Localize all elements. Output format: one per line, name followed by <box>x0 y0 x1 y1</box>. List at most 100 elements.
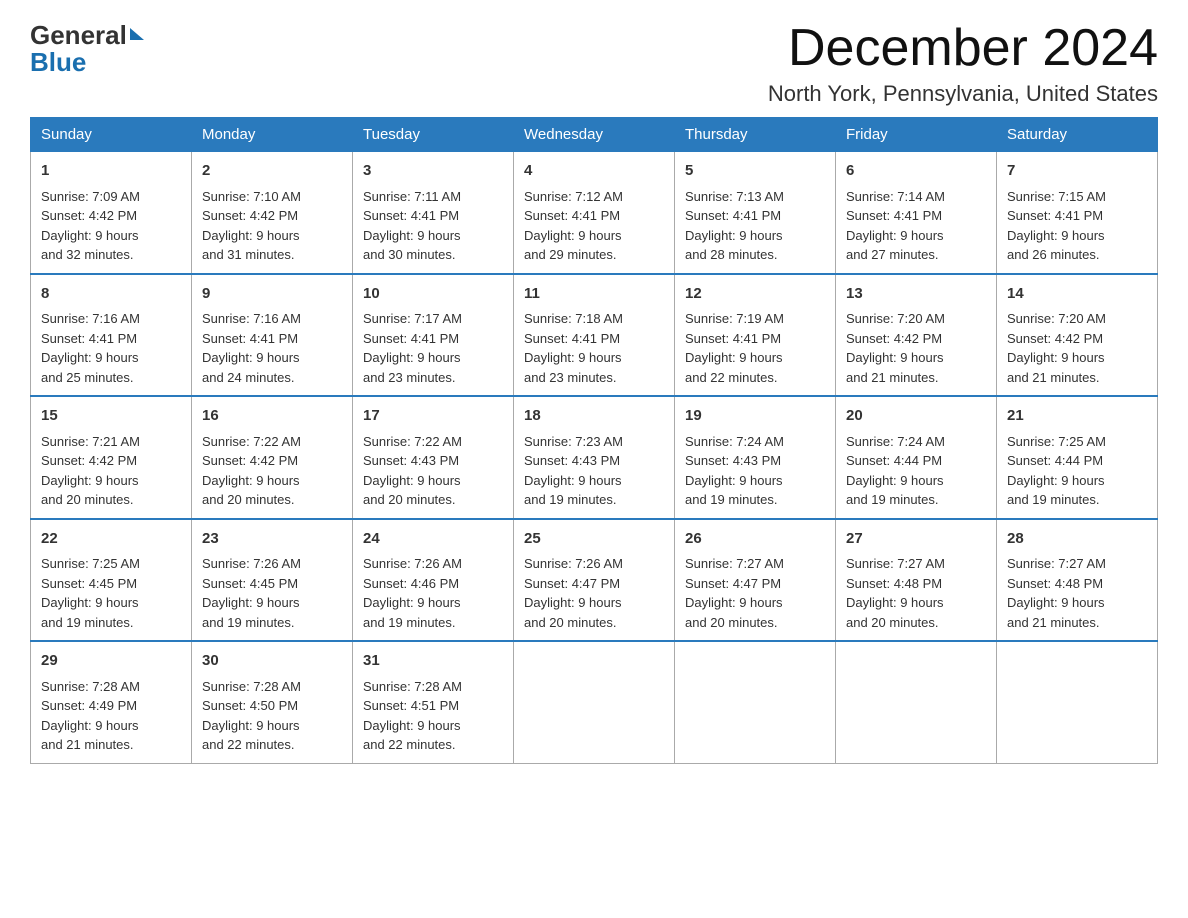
sunset-label: Sunset: 4:42 PM <box>41 453 137 468</box>
daylight-minutes: and 24 minutes. <box>202 370 295 385</box>
logo-blue-text: Blue <box>30 47 86 78</box>
day-number: 29 <box>41 650 181 673</box>
day-number: 23 <box>202 528 342 551</box>
sunrise-label: Sunrise: 7:11 AM <box>363 189 461 204</box>
calendar-cell: 3 Sunrise: 7:11 AM Sunset: 4:41 PM Dayli… <box>353 152 514 274</box>
daylight-minutes: and 28 minutes. <box>685 247 778 262</box>
calendar-cell: 14 Sunrise: 7:20 AM Sunset: 4:42 PM Dayl… <box>997 274 1158 397</box>
header-thursday: Thursday <box>675 118 836 152</box>
sunset-label: Sunset: 4:42 PM <box>202 453 298 468</box>
calendar-cell: 11 Sunrise: 7:18 AM Sunset: 4:41 PM Dayl… <box>514 274 675 397</box>
sunrise-label: Sunrise: 7:22 AM <box>363 434 462 449</box>
calendar-cell <box>836 641 997 763</box>
calendar-cell: 29 Sunrise: 7:28 AM Sunset: 4:49 PM Dayl… <box>31 641 192 763</box>
calendar-cell: 23 Sunrise: 7:26 AM Sunset: 4:45 PM Dayl… <box>192 519 353 642</box>
daylight-label: Daylight: 9 hours <box>1007 595 1105 610</box>
day-number: 8 <box>41 283 181 306</box>
sunrise-label: Sunrise: 7:09 AM <box>41 189 140 204</box>
daylight-minutes: and 22 minutes. <box>363 737 456 752</box>
sunrise-label: Sunrise: 7:25 AM <box>1007 434 1106 449</box>
daylight-minutes: and 21 minutes. <box>1007 615 1100 630</box>
calendar-week-row: 15 Sunrise: 7:21 AM Sunset: 4:42 PM Dayl… <box>31 396 1158 519</box>
day-number: 18 <box>524 405 664 428</box>
daylight-minutes: and 23 minutes. <box>524 370 617 385</box>
daylight-label: Daylight: 9 hours <box>363 473 461 488</box>
sunset-label: Sunset: 4:41 PM <box>685 208 781 223</box>
header-tuesday: Tuesday <box>353 118 514 152</box>
calendar-cell: 22 Sunrise: 7:25 AM Sunset: 4:45 PM Dayl… <box>31 519 192 642</box>
sunset-label: Sunset: 4:41 PM <box>685 331 781 346</box>
calendar-cell: 2 Sunrise: 7:10 AM Sunset: 4:42 PM Dayli… <box>192 152 353 274</box>
day-number: 5 <box>685 160 825 183</box>
day-number: 30 <box>202 650 342 673</box>
sunrise-label: Sunrise: 7:28 AM <box>363 679 462 694</box>
day-number: 19 <box>685 405 825 428</box>
daylight-label: Daylight: 9 hours <box>41 718 139 733</box>
daylight-minutes: and 32 minutes. <box>41 247 134 262</box>
calendar-cell: 9 Sunrise: 7:16 AM Sunset: 4:41 PM Dayli… <box>192 274 353 397</box>
sunrise-label: Sunrise: 7:24 AM <box>846 434 945 449</box>
calendar-cell <box>675 641 836 763</box>
sunrise-label: Sunrise: 7:20 AM <box>846 311 945 326</box>
calendar-cell: 24 Sunrise: 7:26 AM Sunset: 4:46 PM Dayl… <box>353 519 514 642</box>
sunset-label: Sunset: 4:47 PM <box>685 576 781 591</box>
logo-triangle-icon <box>130 28 144 40</box>
daylight-minutes: and 21 minutes. <box>1007 370 1100 385</box>
day-number: 31 <box>363 650 503 673</box>
sunrise-label: Sunrise: 7:28 AM <box>202 679 301 694</box>
sunset-label: Sunset: 4:51 PM <box>363 698 459 713</box>
calendar-cell: 5 Sunrise: 7:13 AM Sunset: 4:41 PM Dayli… <box>675 152 836 274</box>
day-number: 10 <box>363 283 503 306</box>
sunset-label: Sunset: 4:44 PM <box>1007 453 1103 468</box>
day-number: 2 <box>202 160 342 183</box>
sunrise-label: Sunrise: 7:22 AM <box>202 434 301 449</box>
daylight-minutes: and 20 minutes. <box>363 492 456 507</box>
calendar-cell: 26 Sunrise: 7:27 AM Sunset: 4:47 PM Dayl… <box>675 519 836 642</box>
day-number: 17 <box>363 405 503 428</box>
calendar-cell: 21 Sunrise: 7:25 AM Sunset: 4:44 PM Dayl… <box>997 396 1158 519</box>
sunset-label: Sunset: 4:41 PM <box>363 208 459 223</box>
daylight-label: Daylight: 9 hours <box>846 350 944 365</box>
daylight-label: Daylight: 9 hours <box>524 473 622 488</box>
daylight-label: Daylight: 9 hours <box>846 473 944 488</box>
sunrise-label: Sunrise: 7:26 AM <box>202 556 301 571</box>
daylight-label: Daylight: 9 hours <box>41 473 139 488</box>
sunrise-label: Sunrise: 7:19 AM <box>685 311 784 326</box>
calendar-table: Sunday Monday Tuesday Wednesday Thursday… <box>30 117 1158 764</box>
header-wednesday: Wednesday <box>514 118 675 152</box>
calendar-cell: 31 Sunrise: 7:28 AM Sunset: 4:51 PM Dayl… <box>353 641 514 763</box>
daylight-minutes: and 31 minutes. <box>202 247 295 262</box>
daylight-minutes: and 20 minutes. <box>524 615 617 630</box>
calendar-cell: 1 Sunrise: 7:09 AM Sunset: 4:42 PM Dayli… <box>31 152 192 274</box>
sunset-label: Sunset: 4:43 PM <box>524 453 620 468</box>
sunset-label: Sunset: 4:47 PM <box>524 576 620 591</box>
calendar-cell: 12 Sunrise: 7:19 AM Sunset: 4:41 PM Dayl… <box>675 274 836 397</box>
day-number: 14 <box>1007 283 1147 306</box>
header-monday: Monday <box>192 118 353 152</box>
daylight-label: Daylight: 9 hours <box>41 595 139 610</box>
day-number: 22 <box>41 528 181 551</box>
daylight-minutes: and 19 minutes. <box>202 615 295 630</box>
sunset-label: Sunset: 4:41 PM <box>363 331 459 346</box>
daylight-minutes: and 20 minutes. <box>685 615 778 630</box>
location-subtitle: North York, Pennsylvania, United States <box>768 81 1158 107</box>
daylight-minutes: and 27 minutes. <box>846 247 939 262</box>
sunset-label: Sunset: 4:42 PM <box>202 208 298 223</box>
daylight-minutes: and 21 minutes. <box>846 370 939 385</box>
sunrise-label: Sunrise: 7:26 AM <box>524 556 623 571</box>
daylight-label: Daylight: 9 hours <box>363 350 461 365</box>
daylight-label: Daylight: 9 hours <box>202 595 300 610</box>
daylight-label: Daylight: 9 hours <box>685 228 783 243</box>
logo: General Blue <box>30 20 144 78</box>
sunrise-label: Sunrise: 7:14 AM <box>846 189 945 204</box>
daylight-minutes: and 20 minutes. <box>41 492 134 507</box>
header-friday: Friday <box>836 118 997 152</box>
daylight-label: Daylight: 9 hours <box>524 595 622 610</box>
sunrise-label: Sunrise: 7:27 AM <box>1007 556 1106 571</box>
daylight-label: Daylight: 9 hours <box>202 350 300 365</box>
sunrise-label: Sunrise: 7:23 AM <box>524 434 623 449</box>
calendar-week-row: 29 Sunrise: 7:28 AM Sunset: 4:49 PM Dayl… <box>31 641 1158 763</box>
day-number: 9 <box>202 283 342 306</box>
sunset-label: Sunset: 4:42 PM <box>846 331 942 346</box>
calendar-cell: 25 Sunrise: 7:26 AM Sunset: 4:47 PM Dayl… <box>514 519 675 642</box>
